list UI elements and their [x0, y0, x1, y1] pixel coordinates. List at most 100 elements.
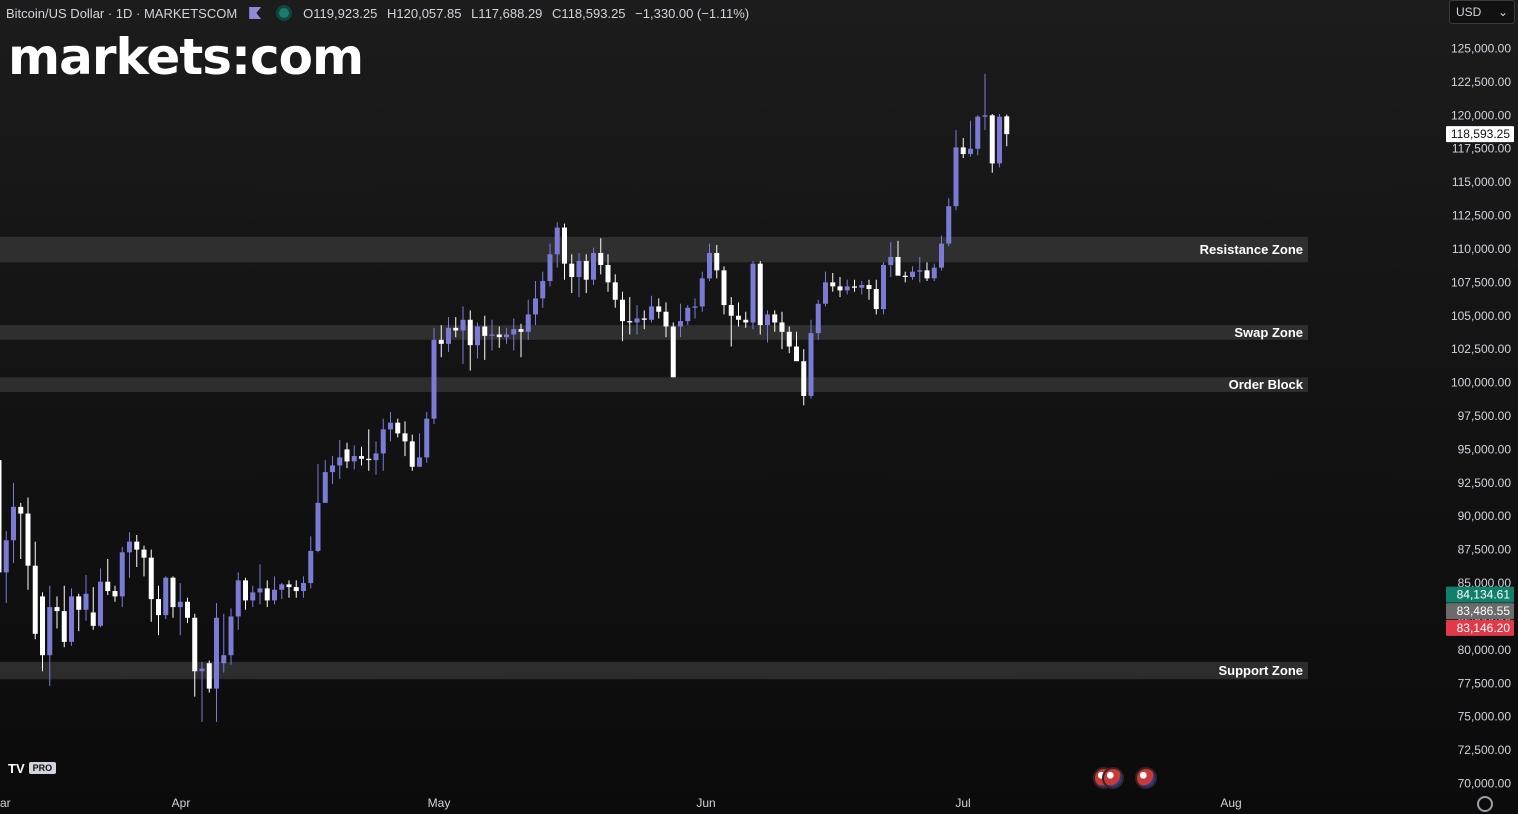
candle-body: [714, 252, 720, 271]
candle-body: [634, 318, 640, 323]
flag-icon[interactable]: [249, 7, 262, 19]
candle-body: [960, 147, 966, 155]
change-value: −1,330.00 (−1.11%): [635, 5, 750, 21]
candle-body: [98, 581, 103, 626]
candle-body: [743, 319, 749, 323]
price-tick-label: 105,000.00: [1451, 309, 1511, 323]
time-tick-label: Jul: [955, 796, 970, 810]
candle-body: [112, 591, 118, 597]
candle-body: [997, 116, 1002, 164]
zone-label: Support Zone: [1219, 663, 1304, 678]
candle-body: [221, 655, 227, 664]
candle-body: [148, 557, 154, 600]
candle-body: [322, 472, 328, 503]
candle-body: [772, 314, 778, 323]
candle-body: [540, 281, 546, 299]
price-tick-label: 77,500.00: [1458, 676, 1512, 690]
symbol-header: Bitcoin/US Dollar · 1D · MARKETSCOM O119…: [0, 0, 755, 26]
candle-body: [359, 456, 364, 459]
candle-body: [591, 252, 596, 280]
candle-body: [823, 282, 828, 304]
price-tick-label: 97,500.00: [1458, 409, 1512, 423]
candle-body: [946, 206, 952, 244]
price-tick-label: 125,000.00: [1451, 42, 1511, 56]
candle-body: [685, 307, 691, 322]
candle-body: [301, 583, 306, 592]
candle-body: [0, 460, 2, 573]
time-axis[interactable]: ar Apr May Jun Jul Aug: [0, 796, 1242, 810]
price-tick-label: 92,500.00: [1458, 476, 1512, 490]
price-tick-label: 102,500.00: [1451, 342, 1511, 356]
zone-band: [0, 377, 1308, 392]
candle-body: [61, 611, 67, 642]
time-tick-label: ar: [0, 796, 11, 810]
candles-layer: [0, 73, 1010, 723]
us-event-icon[interactable]: [1102, 767, 1124, 789]
candle-body: [808, 333, 814, 396]
candle-body: [641, 318, 647, 320]
candle-body: [663, 311, 669, 327]
candle-body: [467, 319, 473, 346]
candle-body: [547, 254, 553, 282]
candle-body: [192, 617, 198, 672]
price-tick-label: 112,500.00: [1452, 209, 1511, 223]
time-tick-label: Apr: [172, 796, 191, 810]
candle-body: [134, 541, 140, 550]
candle-body: [76, 596, 82, 610]
price-chart[interactable]: Resistance Zone Swap Zone Order Block Suppo…: [0, 0, 1518, 814]
candle-body: [446, 327, 451, 344]
candle-body: [402, 433, 408, 442]
candle-body: [228, 616, 234, 656]
market-status-icon: [279, 8, 290, 18]
candle-body: [562, 227, 567, 264]
candle-body: [728, 305, 734, 316]
currency-value: USD: [1456, 5, 1482, 19]
candle-body: [931, 267, 937, 279]
price-axis[interactable]: 125,000.00 122,500.00 120,000.00 117,500.00…: [1451, 42, 1511, 791]
candle-body: [670, 326, 676, 378]
candle-body: [982, 115, 988, 117]
candle-body: [453, 327, 459, 331]
candle-body: [736, 315, 741, 320]
candle-body: [902, 275, 908, 278]
candle-body: [32, 565, 38, 634]
zone-label: Order Block: [1229, 377, 1304, 392]
us-event-icon[interactable]: [1135, 767, 1157, 789]
price-tick-label: 115,000.00: [1452, 175, 1511, 189]
candle-body: [707, 252, 712, 279]
symbol-title[interactable]: Bitcoin/US Dollar · 1D · MARKETSCOM: [6, 6, 237, 21]
candle-body: [533, 298, 538, 315]
price-tick-label: 70,000.00: [1458, 777, 1512, 791]
open-value: O119,923.25: [303, 5, 378, 21]
zone-label: Swap Zone: [1234, 325, 1303, 340]
candle-body: [475, 326, 480, 346]
candle-body: [859, 285, 865, 288]
candle-body: [330, 465, 335, 473]
candle-body: [504, 334, 509, 338]
candle-body: [127, 541, 132, 553]
candle-body: [373, 453, 379, 461]
candle-body: [482, 326, 488, 336]
candle-body: [264, 588, 270, 601]
candle-body: [257, 588, 263, 593]
tv-mark: TV: [8, 760, 25, 776]
candle-body: [801, 361, 807, 396]
candle-body: [424, 418, 430, 458]
candle-body: [794, 346, 799, 362]
zone-band: [0, 325, 1308, 340]
tradingview-logo[interactable]: TV PRO: [8, 760, 57, 776]
candle-body: [569, 263, 575, 278]
price-tick-label: 107,500.00: [1451, 275, 1511, 289]
candle-body: [496, 334, 502, 338]
candle-body: [18, 506, 24, 514]
currency-select[interactable]: USD ⌄: [1449, 0, 1515, 24]
zone-label: Resistance Zone: [1200, 242, 1303, 257]
candle-body: [939, 243, 944, 268]
candle-body: [779, 322, 785, 332]
settings-icon[interactable]: [1477, 796, 1493, 812]
candle-body: [750, 263, 756, 323]
candle-body: [525, 314, 531, 332]
candle-body: [1004, 116, 1010, 135]
candle-body: [272, 589, 277, 601]
price-tick-label: 90,000.00: [1458, 509, 1512, 523]
